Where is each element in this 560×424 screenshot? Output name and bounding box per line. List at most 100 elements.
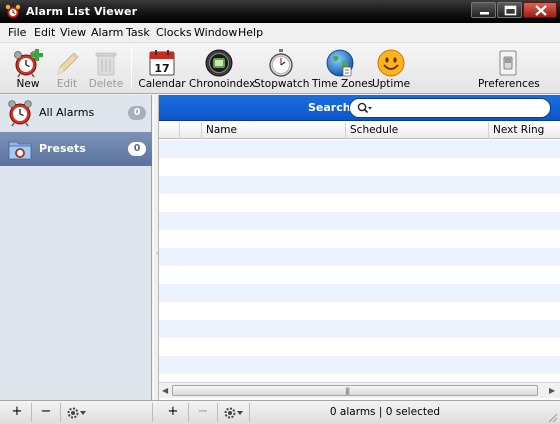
presets-folder-icon [8, 141, 32, 160]
uptime-button[interactable]: Uptime [371, 43, 411, 93]
app-alarm-clock-icon [5, 4, 21, 19]
search-options-icon [357, 102, 372, 114]
edit-alarm-button[interactable]: Edit [48, 43, 86, 93]
scrollbar-thumb[interactable]: ||| [172, 385, 538, 396]
chronoindex-icon [205, 49, 233, 77]
gear-menu-icon [67, 407, 86, 419]
status-text: 0 alarms | 0 selected [329, 406, 441, 418]
calendar-label: Calendar [138, 78, 186, 90]
column-header-schedule[interactable]: Schedule [345, 122, 488, 139]
new-label: New [16, 78, 40, 90]
alarm-actions-button[interactable] [221, 404, 247, 421]
calendar-button[interactable]: 17 Calendar [138, 43, 186, 93]
light-switch-icon [499, 50, 517, 76]
add-alarm-button[interactable]: + [162, 404, 184, 421]
menu-window[interactable]: Window [194, 26, 237, 39]
delete-alarm-button[interactable]: Delete [86, 43, 126, 93]
table-row[interactable] [159, 284, 560, 302]
search-label: Search [308, 101, 351, 114]
table-row[interactable] [159, 158, 560, 176]
divider [31, 403, 32, 422]
remove-preset-button[interactable]: − [35, 404, 57, 421]
menu-bar: File Edit View Alarm Task Clocks Window … [0, 23, 560, 43]
maximize-button[interactable] [497, 2, 522, 18]
alarm-list-panel: Search Name Schedule Next Ring ◀ ||| ▶ [159, 95, 560, 400]
minimize-button[interactable] [471, 2, 496, 18]
scroll-right-icon[interactable]: ▶ [549, 386, 555, 395]
menu-view[interactable]: View [60, 26, 86, 39]
table-row[interactable] [159, 176, 560, 194]
count-badge: 0 [128, 142, 146, 156]
stopwatch-button[interactable]: Stopwatch [254, 43, 310, 93]
smiley-icon [377, 49, 405, 77]
divider [188, 403, 189, 422]
chronoindex-button[interactable]: Chronoindex [189, 43, 256, 93]
table-row[interactable] [159, 338, 560, 356]
time-zones-button[interactable]: Time Zones [312, 43, 373, 93]
window-title: Alarm List Viewer [26, 5, 138, 18]
table-row[interactable] [159, 194, 560, 212]
count-badge: 0 [128, 106, 146, 120]
divider [249, 403, 250, 422]
search-field[interactable] [349, 98, 551, 118]
preferences-button[interactable]: Preferences [478, 43, 540, 93]
divider [152, 403, 153, 422]
table-row[interactable] [159, 230, 560, 248]
search-input[interactable] [376, 101, 546, 115]
menu-alarm[interactable]: Alarm [91, 26, 123, 39]
close-button[interactable] [523, 2, 557, 18]
new-alarm-clock-icon [14, 49, 43, 78]
divider [217, 403, 218, 422]
table-header: Name Schedule Next Ring [159, 122, 560, 139]
chronoindex-label: Chronoindex [189, 78, 256, 90]
uptime-label: Uptime [371, 78, 411, 90]
menu-clocks[interactable]: Clocks [156, 26, 192, 39]
resize-grip-icon[interactable] [546, 411, 558, 423]
edit-label: Edit [56, 78, 78, 90]
alarm-table-body[interactable] [159, 140, 560, 380]
scroll-left-icon[interactable]: ◀ [162, 386, 168, 395]
remove-alarm-button[interactable]: − [192, 404, 214, 421]
title-bar[interactable]: Alarm List Viewer [0, 0, 560, 23]
add-preset-button[interactable]: + [6, 404, 28, 421]
trash-can-icon [95, 52, 117, 76]
maximize-icon [504, 5, 517, 16]
minimize-icon [480, 12, 489, 15]
sidebar-actions-button[interactable] [64, 404, 90, 421]
pencil-icon [57, 52, 79, 75]
table-row[interactable] [159, 212, 560, 230]
menu-task[interactable]: Task [126, 26, 150, 39]
table-row[interactable] [159, 320, 560, 338]
bottom-bar: + − + − 0 alarms | 0 selected [0, 400, 560, 424]
table-row[interactable] [159, 356, 560, 374]
table-row[interactable] [159, 302, 560, 320]
menu-file[interactable]: File [8, 26, 26, 39]
stopwatch-icon [269, 49, 293, 77]
column-header-status[interactable] [159, 122, 179, 139]
stopwatch-label: Stopwatch [254, 78, 310, 90]
new-alarm-button[interactable]: New [8, 43, 48, 93]
globe-icon [326, 49, 354, 77]
sidebar: All Alarms 0 Presets 0 [0, 95, 152, 400]
table-row[interactable] [159, 140, 560, 158]
menu-edit[interactable]: Edit [34, 26, 55, 39]
divider [60, 403, 61, 422]
horizontal-scrollbar[interactable]: ◀ ||| ▶ [159, 382, 560, 398]
sidebar-item-all-alarms[interactable]: All Alarms 0 [0, 96, 152, 130]
table-row[interactable] [159, 374, 560, 380]
sidebar-item-label: Presets [39, 142, 86, 155]
calendar-icon: 17 [149, 50, 175, 76]
column-header-enabled[interactable] [179, 122, 201, 139]
table-row[interactable] [159, 266, 560, 284]
close-icon [535, 5, 547, 16]
column-header-name[interactable]: Name [201, 122, 345, 139]
calendar-day-text: 17 [154, 62, 169, 75]
sidebar-item-presets[interactable]: Presets 0 [0, 132, 152, 166]
alarm-list-viewer-window: Alarm List Viewer File Edit View Alarm T… [0, 0, 560, 424]
table-row[interactable] [159, 248, 560, 266]
gear-menu-icon [224, 407, 243, 419]
menu-help[interactable]: Help [238, 26, 263, 39]
column-header-next-ring[interactable]: Next Ring [488, 122, 560, 139]
sidebar-item-label: All Alarms [39, 106, 95, 119]
preferences-label: Preferences [478, 78, 540, 90]
